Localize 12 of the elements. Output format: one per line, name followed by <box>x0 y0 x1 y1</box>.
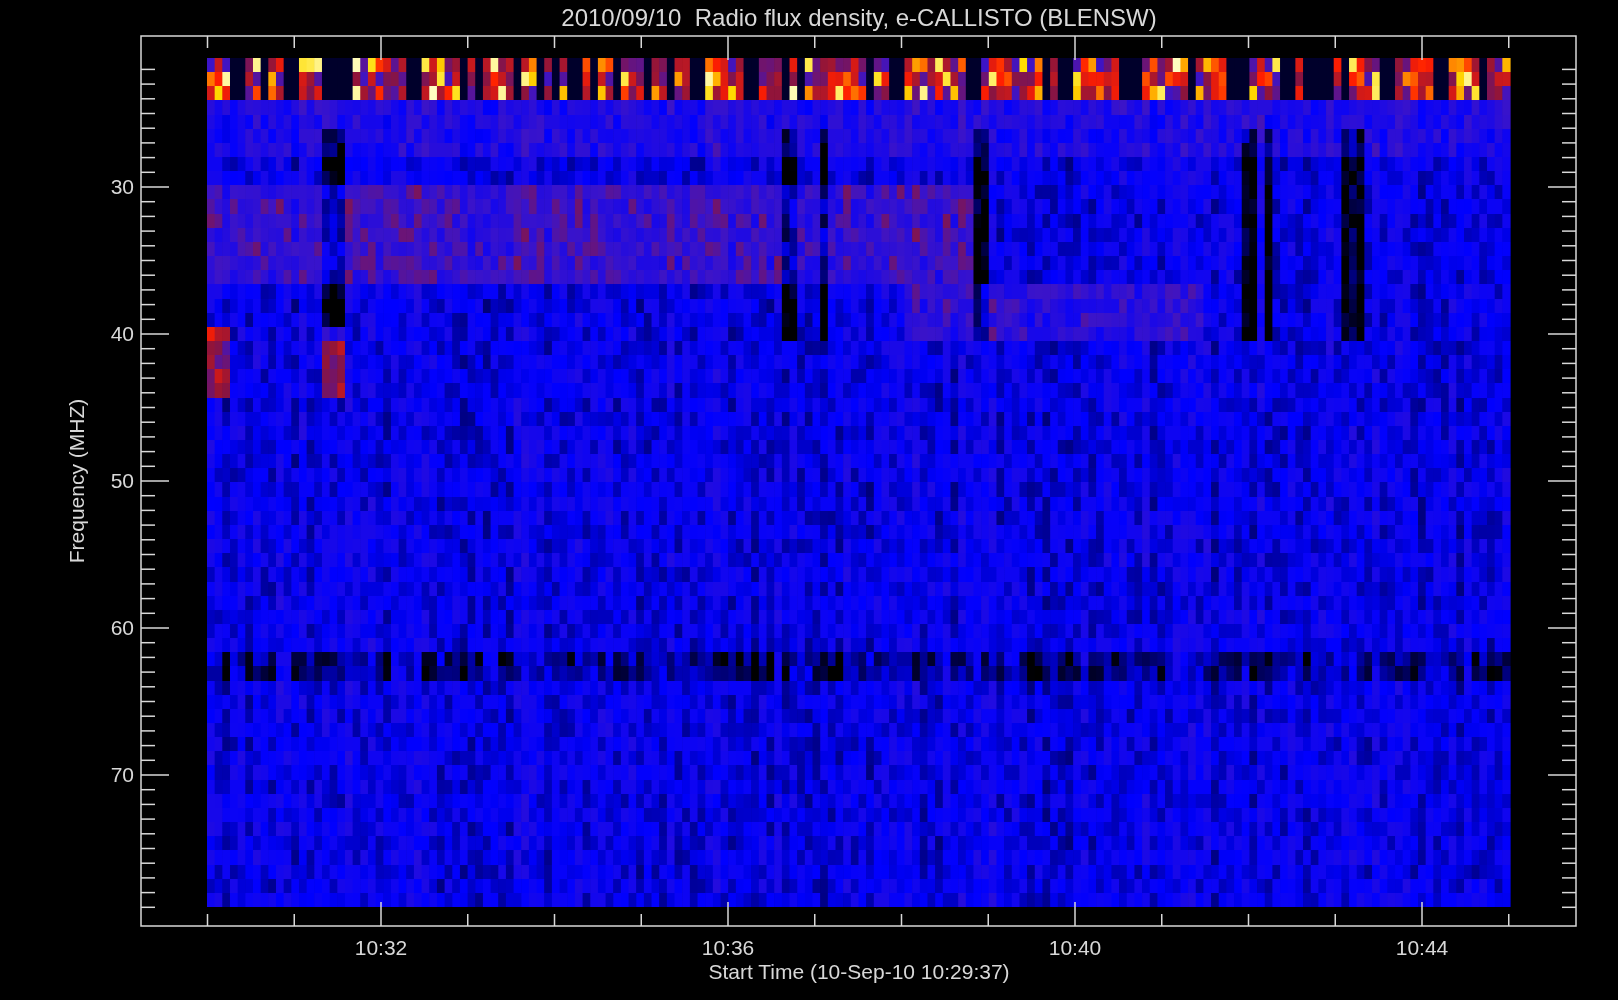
axis-tick-label: 10:32 <box>354 936 408 959</box>
axis-tick-label: 10:44 <box>1395 936 1449 959</box>
axis-title: Start Time (10-Sep-10 10:29:37) <box>708 960 1010 983</box>
chart-title: 2010/09/10 Radio flux density, e-CALLISTO (BLENSW) <box>561 4 1157 31</box>
axis-title: Frequency (MHZ) <box>65 398 88 564</box>
axis-tick-label: 60 <box>110 616 134 639</box>
axis-tick-label: 10:36 <box>701 936 755 959</box>
axis-tick-label: 70 <box>110 763 134 786</box>
axis-tick-label: 10:40 <box>1048 936 1102 959</box>
axis-tick-label: 40 <box>110 322 134 345</box>
axis-tick-label: 50 <box>110 469 134 492</box>
axis-tick-label: 30 <box>110 175 134 198</box>
